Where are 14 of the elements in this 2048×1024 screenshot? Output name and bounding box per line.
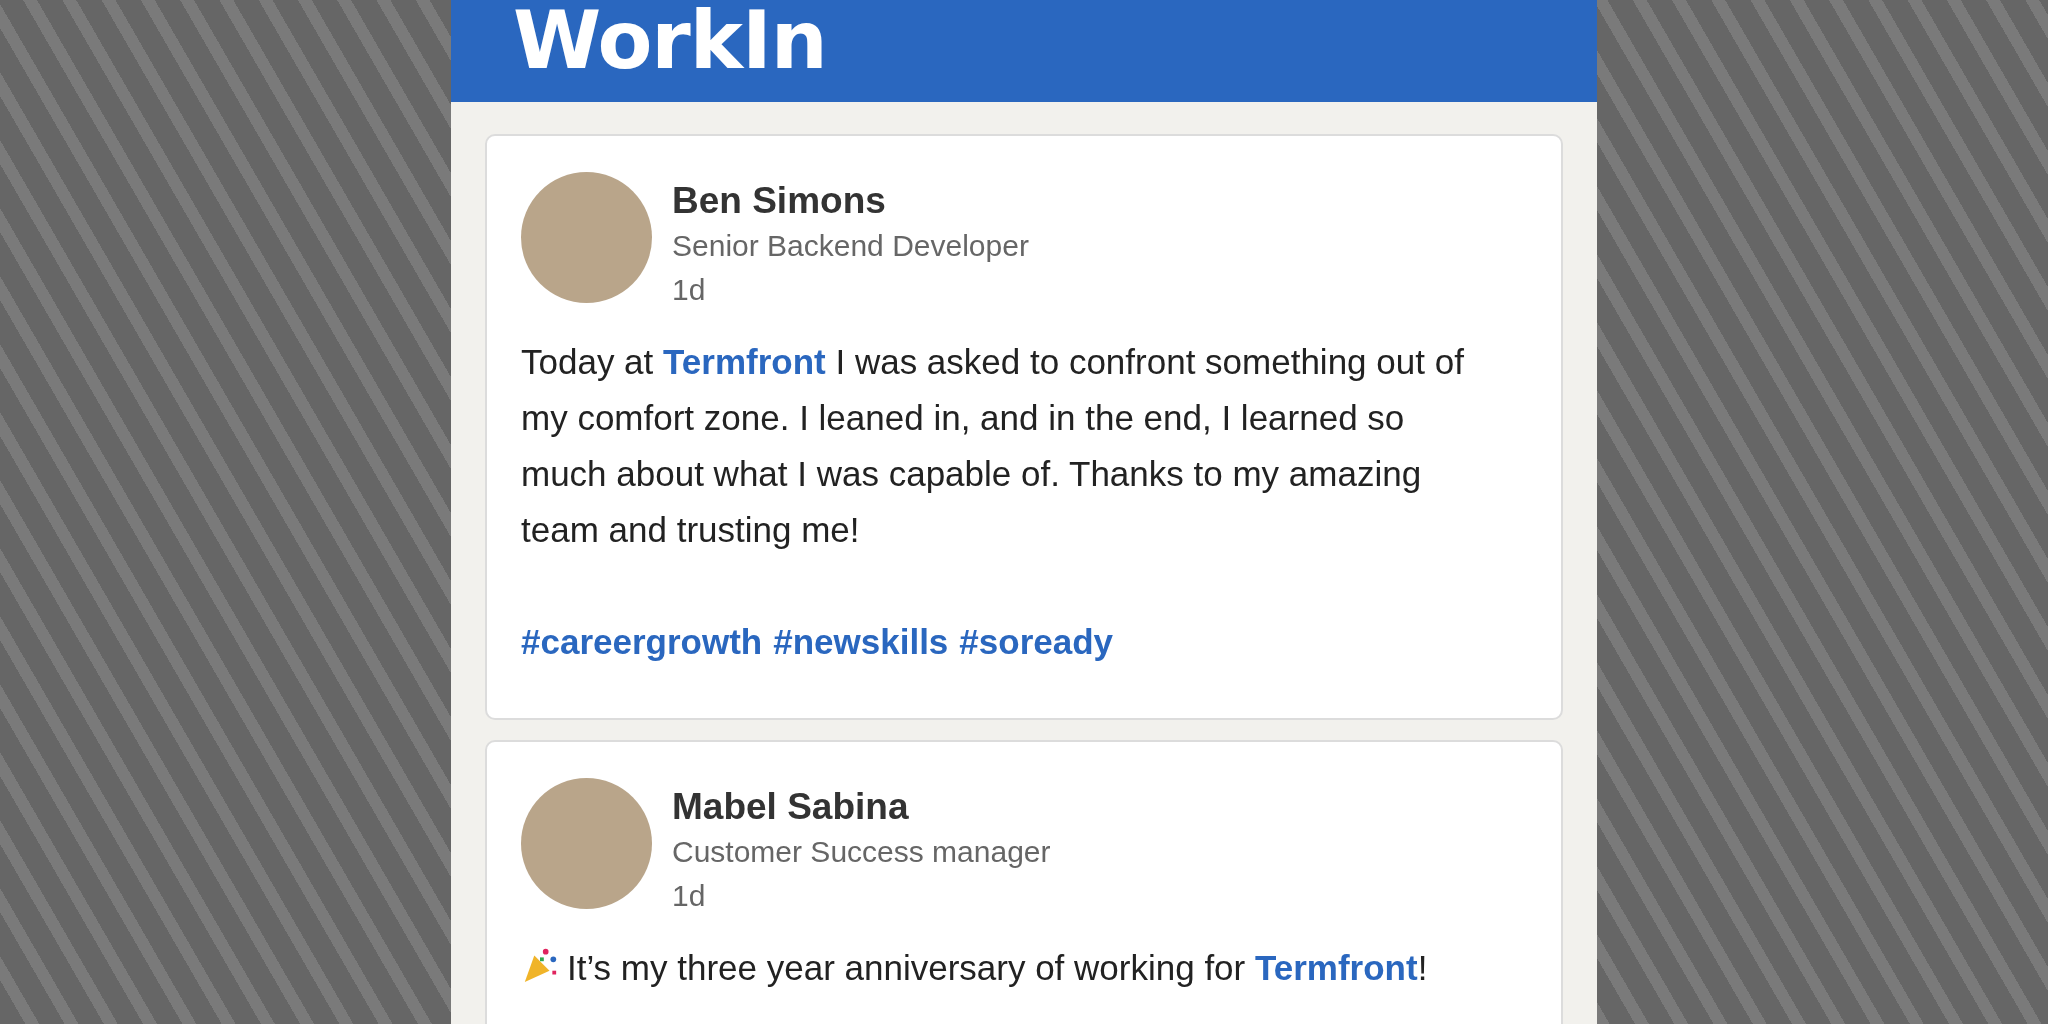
post-time: 1d — [672, 878, 707, 914]
company-link[interactable]: Termfront — [663, 342, 826, 381]
post-time: 1d — [672, 272, 707, 308]
author-name[interactable]: Ben Simons — [672, 178, 1029, 224]
company-link[interactable]: Termfront — [1254, 948, 1418, 987]
hashtag-link[interactable]: #newskills — [773, 614, 949, 670]
app-logo[interactable]: WorkIn — [513, 0, 827, 86]
author-name[interactable]: Mabel Sabina — [672, 784, 1051, 830]
author-role: Senior Backend Developer — [672, 228, 1029, 264]
hashtag-link[interactable]: #soready — [959, 614, 1114, 670]
author-role: Customer Success manager — [672, 834, 1051, 870]
hashtag-link[interactable]: #careergrowth — [521, 614, 763, 670]
post-text: Today at Termfront I was asked to confront something out of my comfort zone. I leaned in, and in the end, I learned so much about what I was capable of. Thanks to my amazing team and trusting me! — [521, 341, 1465, 551]
post-text: It’s my three year anniversary of working for Termfront! — [567, 947, 1428, 989]
